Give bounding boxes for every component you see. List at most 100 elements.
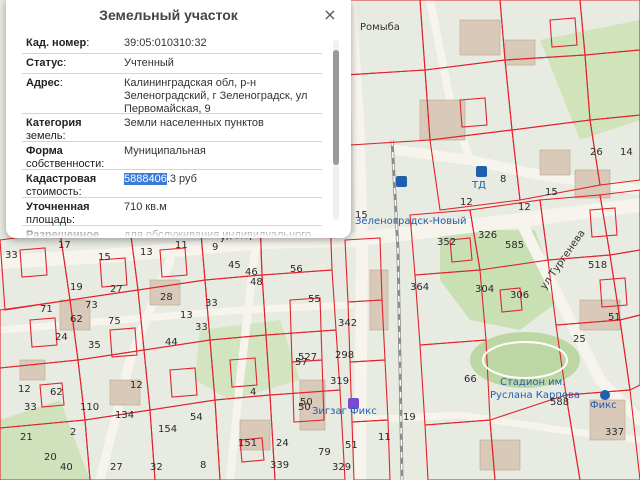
parcel-number-label: 8	[500, 174, 506, 185]
attribute-label-suffix: :	[86, 37, 90, 49]
panel-title: Земельный участок	[99, 7, 238, 23]
parcel-number-label: 62	[50, 387, 63, 398]
parcel-number-label: 21	[20, 432, 33, 443]
parcel-number-label: 11	[175, 240, 188, 251]
parcel-number-label: 20	[44, 452, 57, 463]
parcel-info-panel: Земельный участок × Кад. номер: 39:05:010…	[6, 0, 351, 238]
place-label: ТД	[471, 180, 486, 191]
attribute-value[interactable]: 710 кв.м	[122, 198, 322, 225]
parcel-number-label: 28	[160, 292, 173, 303]
parcel-number-label: 50	[298, 402, 311, 413]
parcel-number-label: 339	[270, 460, 289, 471]
parcel-number-label: 51	[608, 312, 621, 323]
attribute-row: Статус: Учтенный	[22, 54, 322, 74]
parcel-number-label: 17	[58, 240, 71, 251]
poi-icon	[600, 390, 610, 400]
attribute-label-suffix: :	[63, 57, 67, 69]
parcel-number-label: 62	[70, 314, 83, 325]
parcel-number-label: 71	[40, 304, 53, 315]
attribute-row: Адрес: Калининградская обл, р-н Зеленогра…	[22, 74, 322, 115]
attribute-label-text: Уточненная	[26, 201, 90, 213]
parcel-number-label: 48	[250, 277, 263, 288]
parcel-number-label: 54	[190, 412, 203, 423]
station-icon	[396, 176, 407, 187]
attribute-value[interactable]: Учтенный	[122, 54, 322, 73]
place-label: Зигзаг Фикс	[312, 406, 377, 417]
parcel-number-label: 8	[200, 460, 206, 471]
parcel-number-label: 304	[475, 284, 494, 295]
parcel-number-label: 110	[80, 402, 99, 413]
parcel-number-label: 14	[620, 147, 633, 158]
value-rest: .3 руб	[166, 173, 197, 185]
parcel-number-label: 32	[150, 462, 163, 473]
attribute-label-text: Форма	[26, 145, 63, 157]
parcel-number-label: 35	[88, 340, 101, 351]
attribute-label: Кадастровая стоимость:	[22, 170, 122, 198]
parcel-number-label: 79	[318, 447, 331, 458]
parcel-number-label: 134	[115, 410, 134, 421]
parcel-number-label: 25	[573, 334, 586, 345]
parcel-number-label: 13	[180, 310, 193, 321]
parcel-number-label: 364	[410, 282, 429, 293]
parcel-number-label: 15	[545, 187, 558, 198]
parcel-number-label: 15	[98, 252, 111, 263]
parcel-number-label: 12	[518, 202, 531, 213]
parcel-number-label: 329	[332, 462, 351, 473]
attribute-label: Уточненная площадь:	[22, 198, 122, 226]
parcel-number-label: 342	[338, 318, 357, 329]
parcel-number-label: 75	[108, 316, 121, 327]
parcel-number-label: 26	[590, 147, 603, 158]
parcel-number-label: 352	[437, 237, 456, 248]
parcel-number-label: 73	[85, 300, 98, 311]
scrollbar-thumb[interactable]	[333, 50, 339, 165]
attribute-label-text: Кадастровая	[26, 173, 97, 185]
parcel-number-label: 306	[510, 290, 529, 301]
attribute-label-text: Адрес	[26, 77, 60, 89]
parcel-number-label: 298	[335, 350, 354, 361]
attribute-value[interactable]: Муниципальная	[122, 142, 322, 169]
parcel-number-label: 33	[205, 298, 218, 309]
parcel-number-label: 51	[345, 440, 358, 451]
attribute-row: Кад. номер: 39:05:010310:32	[22, 34, 322, 54]
parcel-number-label: 27	[110, 284, 123, 295]
place-label: Стадион им.	[500, 377, 565, 388]
parcel-number-label: 12	[460, 197, 473, 208]
parcel-number-label: 33	[5, 250, 18, 261]
parcel-attributes-table: Кад. номер: 39:05:010310:32 Статус: Учтенны…	[22, 34, 322, 238]
attribute-value[interactable]: Калининградская обл, р-н Зеленоградский,…	[122, 74, 322, 115]
parcel-number-label: 13	[140, 247, 153, 258]
attribute-label-text: Статус	[26, 57, 64, 69]
attribute-value[interactable]: Земли населенных пунктов	[122, 114, 322, 141]
parcel-number-label: 151	[238, 438, 257, 449]
parcel-number-label: 56	[290, 264, 303, 275]
parcel-number-label: 11	[378, 432, 391, 443]
parcel-number-label: 27	[110, 462, 123, 473]
attribute-label-text: Категория	[26, 117, 82, 129]
attribute-label-suffix: :	[59, 77, 63, 89]
selected-text[interactable]: 5888406	[124, 173, 167, 185]
parcel-number-label: 12	[130, 380, 143, 391]
place-label: Зеленоградск-Новый	[355, 216, 466, 227]
attribute-label: Кад. номер:	[22, 34, 122, 53]
parcel-number-label: 527	[298, 352, 317, 363]
parcel-number-label: 24	[276, 438, 289, 449]
parcel-number-label: 19	[70, 282, 83, 293]
street-label: Ромыба	[360, 22, 400, 33]
attribute-label: Статус:	[22, 54, 122, 73]
panel-fade	[6, 224, 351, 238]
attribute-row: Форма собственности: Муниципальная	[22, 142, 322, 170]
parcel-number-label: 44	[165, 337, 178, 348]
parcel-number-label: 12	[18, 384, 31, 395]
parcel-number-label: 19	[403, 412, 416, 423]
parcel-number-label: 518	[588, 260, 607, 271]
parcel-number-label: 326	[478, 230, 497, 241]
parcel-number-label: 40	[60, 462, 73, 473]
close-button[interactable]: ×	[321, 6, 339, 24]
parcel-number-label: 66	[464, 374, 477, 385]
attribute-label-text: Кад. номер	[26, 37, 87, 49]
parcel-number-label: 33	[195, 322, 208, 333]
attribute-value[interactable]: 39:05:010310:32	[122, 34, 322, 53]
attribute-value[interactable]: 5888406.3 руб	[122, 170, 322, 197]
parcel-number-label: 45	[228, 260, 241, 271]
parcel-number-label: 9	[212, 242, 218, 253]
